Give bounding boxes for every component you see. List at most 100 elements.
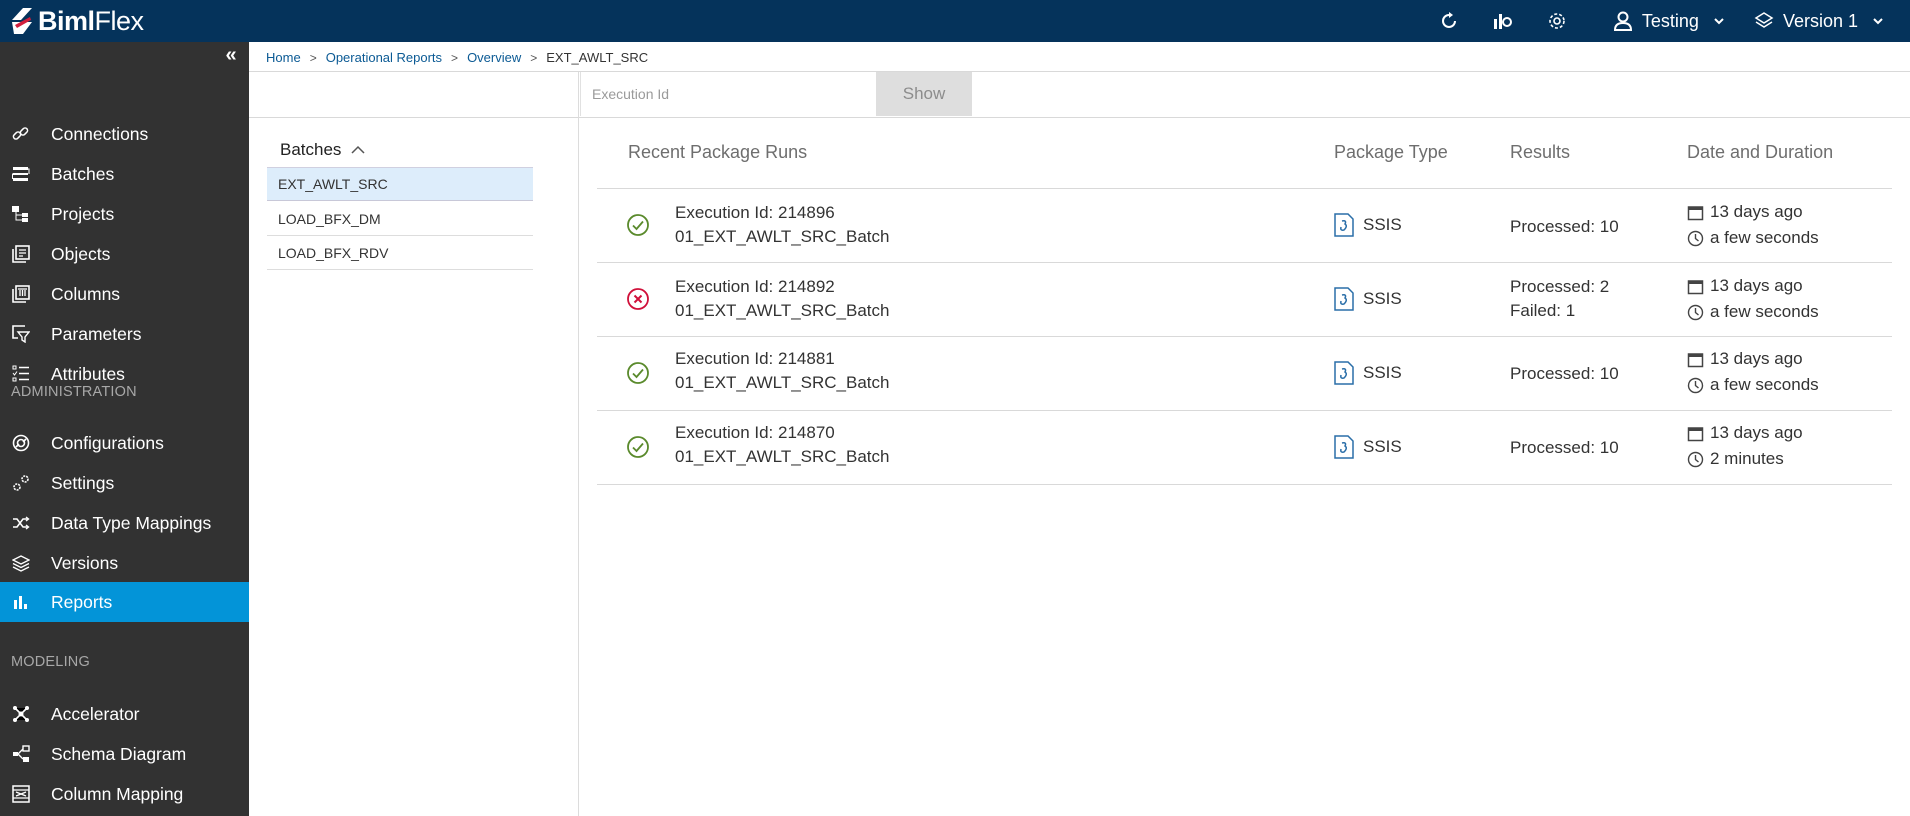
table-row: Execution Id: 214870 01_EXT_AWLT_SRC_Bat… — [597, 411, 1892, 484]
sidebar-item-label: Settings — [51, 472, 115, 493]
sidebar-item-settings[interactable]: Settings — [0, 463, 249, 503]
app-name-light: Flex — [94, 5, 145, 36]
result-failed: Failed: 1 — [1510, 301, 1576, 320]
settings-gear-icon[interactable] — [1547, 11, 1567, 31]
objects-icon — [12, 245, 30, 263]
results: Processed: 10 — [1510, 215, 1619, 239]
clock-icon — [1687, 377, 1704, 393]
table-row: Execution Id: 214892 01_EXT_AWLT_SRC_Bat… — [597, 263, 1892, 336]
date-duration: 13 days ago a few seconds — [1687, 346, 1819, 398]
column-header-date-duration: Date and Duration — [1687, 142, 1834, 162]
clock-icon — [1687, 230, 1704, 246]
package-type-label: SSIS — [1363, 215, 1402, 234]
batch-item-load-bfx-rdv[interactable]: LOAD_BFX_RDV — [267, 236, 533, 270]
sidebar-item-accelerator[interactable]: Accelerator — [0, 694, 249, 734]
sidebar-item-objects[interactable]: Objects — [0, 234, 249, 274]
refresh-icon[interactable] — [1439, 11, 1459, 31]
run-link[interactable]: Execution Id: 214870 01_EXT_AWLT_SRC_Bat… — [675, 421, 889, 469]
reports-settings-icon[interactable] — [1493, 11, 1513, 31]
sidebar-item-parameters[interactable]: Parameters — [0, 314, 249, 354]
sidebar-item-versions[interactable]: Versions — [0, 543, 249, 583]
run-link[interactable]: Execution Id: 214892 01_EXT_AWLT_SRC_Bat… — [675, 275, 889, 323]
breadcrumb-overview[interactable]: Overview — [467, 50, 521, 65]
app-logo[interactable]: Biml Flex — [10, 3, 144, 39]
chevron-right-icon: > — [309, 50, 317, 65]
package-type-label: SSIS — [1363, 289, 1402, 308]
run-duration: a few seconds — [1710, 302, 1819, 321]
sidebar-item-projects[interactable]: Projects — [0, 194, 249, 234]
calendar-icon — [1687, 205, 1704, 220]
version-dropdown[interactable]: Version 1 — [1753, 10, 1884, 32]
projects-icon — [12, 205, 30, 223]
ssis-package-icon — [1334, 213, 1354, 237]
column-header-results: Results — [1510, 142, 1571, 162]
sidebar-item-batches[interactable]: Batches — [0, 154, 249, 194]
sidebar-item-reports[interactable]: Reports — [0, 582, 249, 622]
run-date: 13 days ago — [1710, 349, 1803, 368]
success-check-icon — [627, 436, 649, 458]
link-icon — [12, 125, 30, 143]
date-duration: 13 days ago a few seconds — [1687, 199, 1819, 251]
batches-sort-header[interactable]: Batches — [280, 140, 365, 160]
sidebar-item-configurations[interactable]: Configurations — [0, 423, 249, 463]
batch-item-ext-awlt-src[interactable]: EXT_AWLT_SRC — [267, 167, 533, 201]
layers-icon — [12, 554, 30, 572]
run-duration: a few seconds — [1710, 375, 1819, 394]
section-label-administration: ADMINISTRATION — [11, 384, 137, 400]
sidebar-item-columns[interactable]: Columns — [0, 274, 249, 314]
date-duration: 13 days ago 2 minutes — [1687, 420, 1803, 472]
breadcrumb-operational-reports[interactable]: Operational Reports — [326, 50, 442, 65]
package-type-label: SSIS — [1363, 437, 1402, 456]
execution-id: Execution Id: 214881 — [675, 349, 835, 368]
show-button[interactable]: Show — [876, 72, 972, 116]
execution-id-input[interactable] — [580, 72, 825, 116]
top-bar: Biml Flex Testing Version 1 — [0, 0, 1910, 42]
package-name: 01_EXT_AWLT_SRC_Batch — [675, 447, 890, 466]
results: Processed: 10 — [1510, 436, 1619, 460]
sidebar-item-label: Accelerator — [51, 703, 140, 724]
batches-header-label: Batches — [280, 140, 342, 159]
breadcrumb-home[interactable]: Home — [266, 50, 301, 65]
run-date: 13 days ago — [1710, 276, 1803, 295]
chevron-up-icon — [351, 145, 365, 154]
layers-icon — [1754, 12, 1774, 28]
success-check-icon — [627, 214, 649, 236]
table-row: Execution Id: 214881 01_EXT_AWLT_SRC_Bat… — [597, 337, 1892, 410]
chevron-right-icon: > — [451, 50, 459, 65]
batch-item-load-bfx-dm[interactable]: LOAD_BFX_DM — [267, 202, 533, 236]
run-link[interactable]: Execution Id: 214881 01_EXT_AWLT_SRC_Bat… — [675, 347, 889, 395]
run-duration: a few seconds — [1710, 228, 1819, 247]
user-name: Testing — [1641, 10, 1699, 31]
sidebar-item-label: Projects — [51, 203, 115, 224]
sidebar-item-label: Reports — [51, 591, 113, 612]
sidebar-item-connections[interactable]: Connections — [0, 114, 249, 154]
settings-icon — [12, 474, 30, 492]
sidebar-item-label: Data Type Mappings — [51, 512, 212, 533]
panel-divider — [578, 72, 579, 816]
result-processed: Processed: 2 — [1510, 277, 1610, 296]
collapse-sidebar-button[interactable]: « — [221, 45, 241, 66]
app-name-bold: Biml — [38, 5, 95, 36]
sidebar-item-column-mapping[interactable]: Column Mapping — [0, 774, 249, 814]
ssis-package-icon — [1334, 287, 1354, 311]
sidebar-item-schema-diagram[interactable]: Schema Diagram — [0, 734, 249, 774]
results: Processed: 10 — [1510, 362, 1619, 386]
sidebar-item-data-type-mappings[interactable]: Data Type Mappings — [0, 503, 249, 543]
package-type: SSIS — [1334, 287, 1402, 311]
package-type-label: SSIS — [1363, 363, 1402, 382]
bimlflex-logo-icon — [12, 8, 32, 34]
run-link[interactable]: Execution Id: 214896 01_EXT_AWLT_SRC_Bat… — [675, 201, 889, 249]
user-dropdown[interactable]: Testing — [1612, 10, 1725, 32]
success-check-icon — [627, 362, 649, 384]
run-duration: 2 minutes — [1710, 449, 1784, 468]
package-name: 01_EXT_AWLT_SRC_Batch — [675, 227, 890, 246]
package-type: SSIS — [1334, 361, 1402, 385]
bar-chart-icon — [12, 593, 30, 611]
accelerator-icon — [12, 705, 30, 723]
version-name: Version 1 — [1782, 10, 1858, 31]
package-name: 01_EXT_AWLT_SRC_Batch — [675, 373, 890, 392]
calendar-icon — [1687, 279, 1704, 294]
attributes-icon — [12, 365, 30, 383]
chevron-right-icon: > — [530, 50, 538, 65]
sidebar-item-label: Schema Diagram — [51, 743, 187, 764]
